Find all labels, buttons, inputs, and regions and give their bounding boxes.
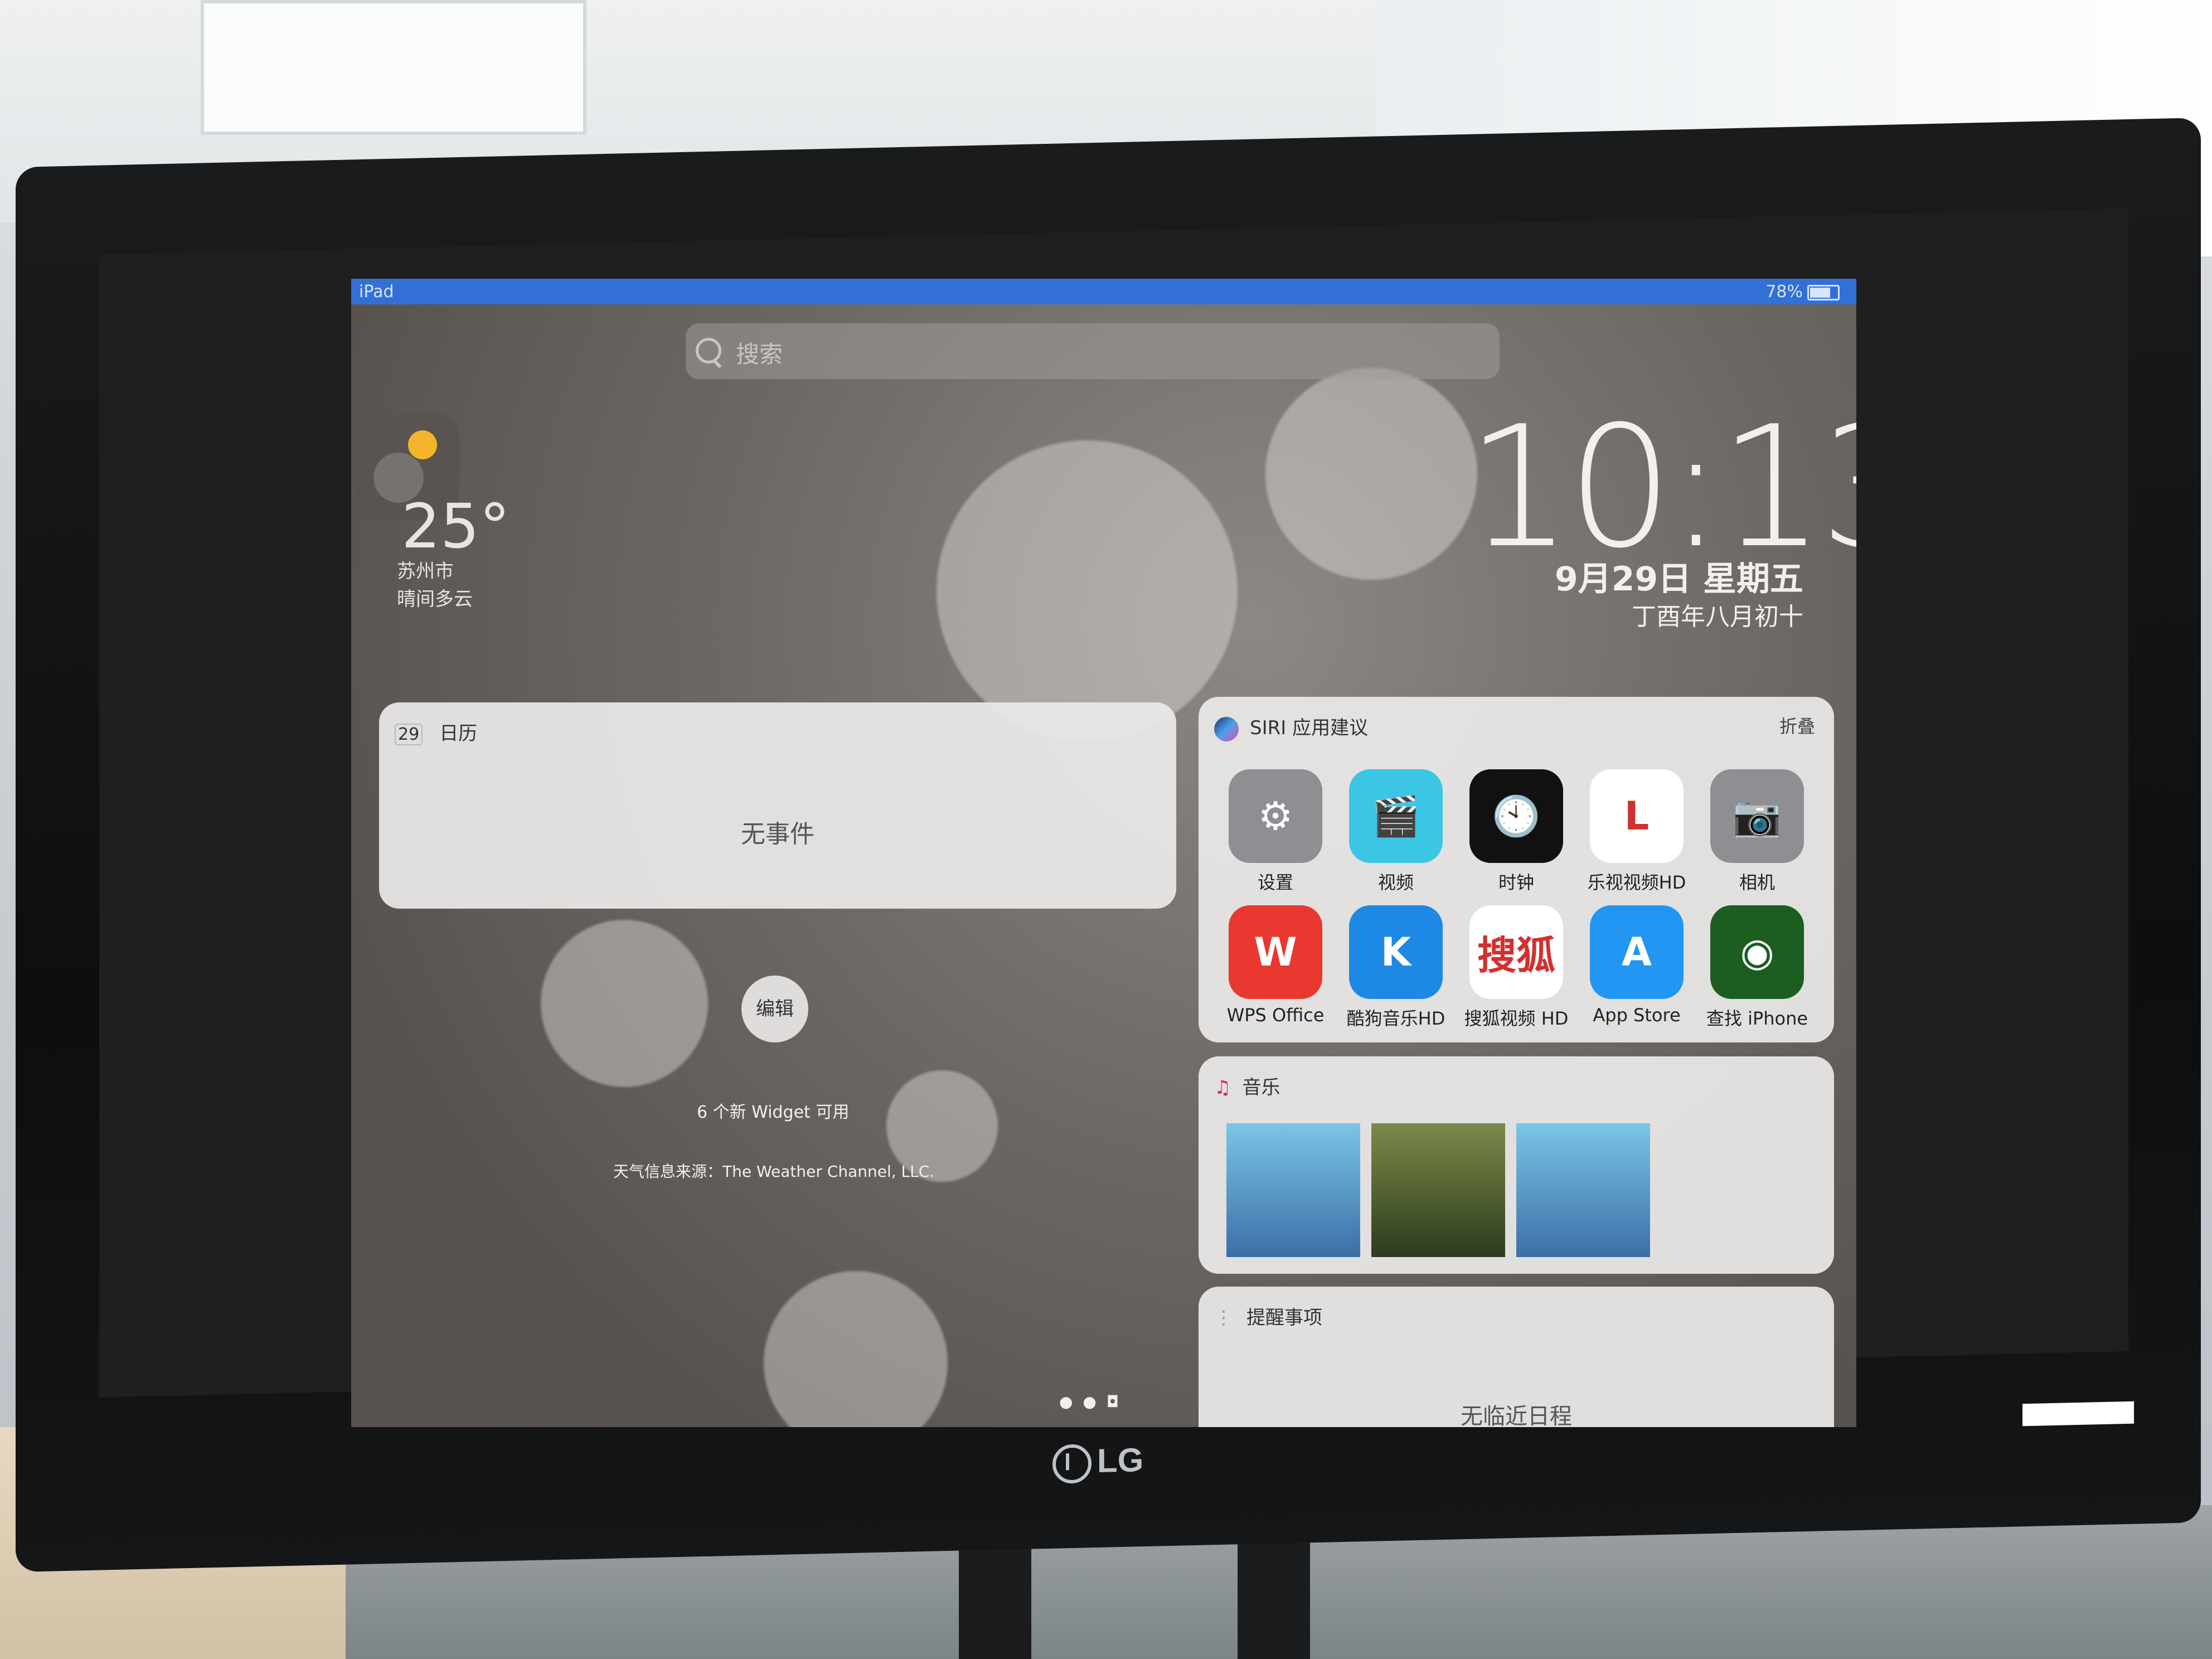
album-cover[interactable] (1371, 1123, 1505, 1257)
find-iphone-icon: ◉ (1710, 905, 1804, 999)
suggested-apps-grid: ⚙ 设置 🎬 视频 🕙 时钟 L 乐视视频HD 📷 相机 W WPS Office K 酷狗音乐HD 搜狐搜… (1215, 769, 1828, 1030)
monitor-stand-leg (1238, 1539, 1310, 1659)
app-label: 相机 (1739, 872, 1775, 893)
device-label: iPad (359, 282, 394, 302)
battery-icon (1807, 284, 1840, 300)
reminders-icon: ⋮ (1214, 1307, 1233, 1329)
suggested-app[interactable]: 📷 相机 (1697, 769, 1817, 894)
app-label: 搜狐视频 HD (1464, 1008, 1569, 1029)
lg-logo: LG (1052, 1440, 1143, 1484)
suggested-app[interactable]: 🕙 时钟 (1456, 769, 1576, 894)
ipad-today-view: iPad 78% 搜索 25° 苏州市 晴间多云 10:13 9月29日 星期五… (351, 279, 1856, 1427)
wps-icon: W (1229, 905, 1322, 999)
kugou-icon: K (1349, 905, 1443, 999)
app-label: 查找 iPhone (1706, 1008, 1808, 1029)
siri-title: SIRI 应用建议 (1250, 717, 1369, 739)
bokeh-light (937, 440, 1238, 741)
weather-condition: 晴间多云 (397, 588, 473, 610)
suggested-app[interactable]: ⚙ 设置 (1215, 769, 1336, 894)
reminders-widget[interactable]: ⋮ 提醒事项 无临近日程 (1199, 1287, 1834, 1427)
reminders-empty-text: 无临近日程 (1461, 1404, 1572, 1427)
music-note-icon: ♫ (1214, 1076, 1231, 1099)
app-label: 乐视视频HD (1587, 872, 1686, 893)
suggested-app[interactable]: W WPS Office (1215, 905, 1336, 1030)
lunar-date: 丁酉年八月初十 (1632, 603, 1803, 631)
appstore-icon: A (1590, 905, 1684, 999)
battery-percent: 78% (1765, 282, 1803, 302)
ceiling-light (201, 0, 586, 135)
weather-location: 苏州市 晴间多云 (397, 557, 473, 613)
suggested-app[interactable]: 搜狐搜狐视频 HD (1456, 905, 1576, 1030)
new-widgets-note[interactable]: 6 个新 Widget 可用 (697, 1098, 849, 1123)
collapse-button[interactable]: 折叠 (1779, 712, 1815, 738)
letv-icon: L (1590, 769, 1684, 863)
sohu-icon: 搜狐 (1469, 905, 1563, 999)
search-icon (696, 338, 721, 363)
lg-brand: LG (1097, 1441, 1144, 1479)
siri-widget-header: SIRI 应用建议 (1214, 712, 1368, 741)
calendar-widget-header: 29 日历 (395, 718, 477, 745)
ipad-status-bar: iPad 78% (351, 279, 1856, 304)
music-title: 音乐 (1242, 1076, 1280, 1099)
temperature: 25° (401, 491, 510, 562)
suggested-app[interactable]: L 乐视视频HD (1576, 769, 1697, 894)
city-name: 苏州市 (397, 560, 454, 583)
settings-icon: ⚙ (1229, 769, 1322, 863)
app-label: WPS Office (1226, 1005, 1325, 1026)
suggested-app[interactable]: A App Store (1576, 905, 1697, 1030)
album-cover[interactable] (1226, 1123, 1360, 1257)
clock-date: 9月29日 星期五 (1554, 560, 1803, 599)
search-placeholder: 搜索 (736, 341, 783, 368)
bokeh-light (764, 1271, 948, 1427)
edit-button[interactable]: 编辑 (741, 976, 808, 1042)
album-cover[interactable] (1516, 1123, 1650, 1257)
battery-status: 78% (1765, 282, 1840, 302)
suggested-app[interactable]: K 酷狗音乐HD (1336, 905, 1456, 1030)
calendar-empty-text: 无事件 (741, 820, 814, 848)
monitor-stand-leg (959, 1539, 1031, 1659)
app-label: 时钟 (1498, 872, 1534, 893)
calendar-icon: 29 (395, 724, 423, 745)
bokeh-light (1265, 368, 1477, 580)
calendar-title: 日历 (439, 722, 478, 745)
siri-icon (1214, 716, 1239, 741)
bokeh-light (541, 920, 708, 1087)
lg-logo-icon (1052, 1444, 1092, 1484)
clock-icon: 🕙 (1469, 769, 1563, 863)
reminders-title: 提醒事项 (1246, 1307, 1322, 1329)
app-label: 视频 (1377, 872, 1414, 893)
app-label: 酷狗音乐HD (1346, 1008, 1445, 1029)
weather-source-text: 天气信息来源：The Weather Channel, LLC. (613, 1162, 935, 1181)
page-indicator[interactable]: ●●◘ (1059, 1393, 1129, 1411)
energy-sticker (2022, 1401, 2134, 1427)
search-field[interactable]: 搜索 (686, 323, 1500, 379)
suggested-app[interactable]: ◉ 查找 iPhone (1697, 905, 1817, 1030)
suggested-app[interactable]: 🎬 视频 (1336, 769, 1456, 894)
music-widget-header: ♫ 音乐 (1214, 1072, 1280, 1099)
videos-icon: 🎬 (1349, 769, 1443, 863)
siri-suggestions-widget: SIRI 应用建议 折叠 ⚙ 设置 🎬 视频 🕙 时钟 L 乐视视频HD 📷 相机 W WPS Off… (1199, 697, 1834, 1042)
music-widget[interactable]: ♫ 音乐 (1199, 1056, 1834, 1274)
app-label: 设置 (1257, 872, 1293, 893)
app-label: App Store (1593, 1005, 1681, 1026)
calendar-widget[interactable]: 29 日历 无事件 (379, 702, 1176, 909)
reminders-widget-header: ⋮ 提醒事项 (1214, 1302, 1322, 1330)
sun-icon (408, 430, 437, 459)
camera-icon: 📷 (1710, 769, 1804, 863)
